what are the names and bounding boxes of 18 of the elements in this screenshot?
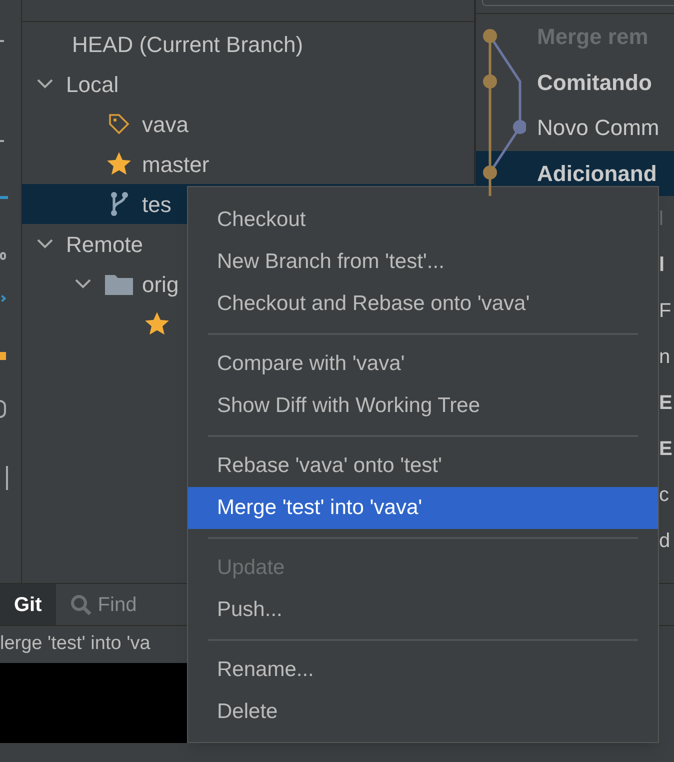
branch-label: vava bbox=[142, 110, 188, 138]
commit-message: Adicionand bbox=[537, 160, 657, 188]
commit-message: c bbox=[659, 485, 669, 505]
commit-message: E bbox=[659, 393, 672, 413]
status-text: lerge 'test' into 'va bbox=[0, 632, 150, 656]
branch-label: master bbox=[142, 150, 210, 178]
branch-label: orig bbox=[142, 270, 179, 299]
commit-message: d bbox=[659, 531, 670, 551]
commit-message: Novo Comm bbox=[537, 114, 660, 142]
commit-message: l bbox=[659, 255, 665, 275]
branch-label: Remote bbox=[66, 230, 144, 258]
commit-message: F bbox=[659, 301, 672, 321]
commit-message: n bbox=[659, 347, 670, 367]
branch-label: HEAD (Current Branch) bbox=[72, 30, 304, 58]
commit-message: Comitando bbox=[537, 68, 652, 97]
branch-label: Local bbox=[66, 70, 119, 98]
commit-message: E bbox=[659, 439, 672, 459]
branch-label: tes bbox=[142, 190, 172, 218]
